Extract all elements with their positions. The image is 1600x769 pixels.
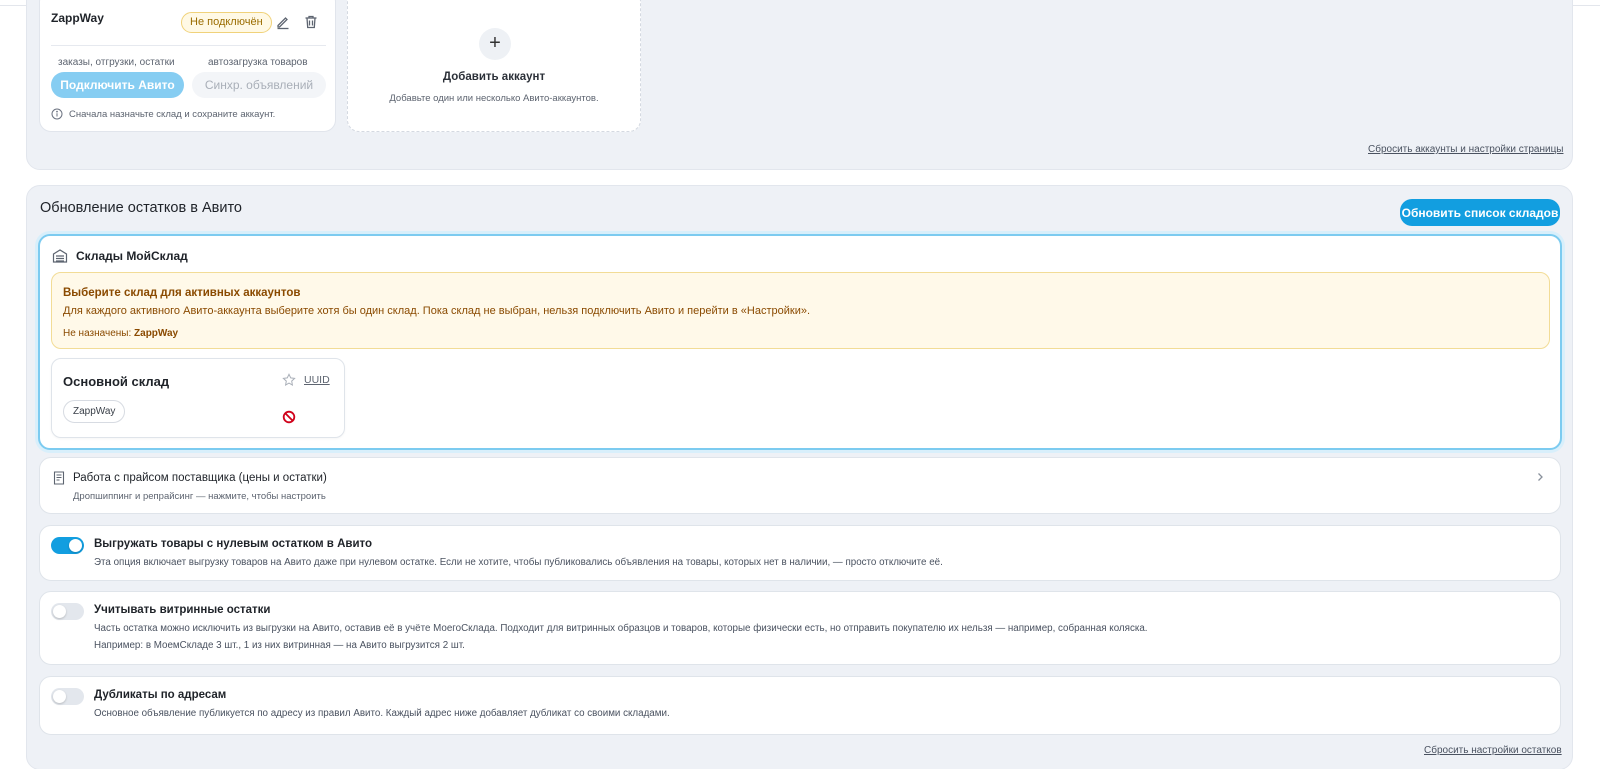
toggle-title: Учитывать витринные остатки xyxy=(94,604,271,616)
warehouse-icon xyxy=(52,249,68,263)
account-card: ZappWay Не подключён заказы, отгрузки, о… xyxy=(39,0,336,132)
toggle-description: Основное объявление публикуется по адрес… xyxy=(94,708,670,719)
toggle-row-address-duplicates: Дубликаты по адресам Основное объявление… xyxy=(39,676,1561,735)
account-hint-text: Сначала назначьте склад и сохраните акка… xyxy=(69,108,276,120)
toggle-description: Часть остатка можно исключить из выгрузк… xyxy=(94,623,1148,634)
connect-avito-button[interactable]: Подключить Авито xyxy=(51,72,184,98)
refresh-warehouses-button[interactable]: Обновить список складов xyxy=(1400,199,1560,226)
sync-listings-button[interactable]: Синхр. объявлений xyxy=(192,72,326,98)
account-name: ZappWay xyxy=(51,11,104,25)
info-icon xyxy=(51,108,63,120)
account-divider xyxy=(51,45,326,46)
document-icon xyxy=(52,471,66,485)
toggle-title: Дубликаты по адресам xyxy=(94,689,227,701)
section-title: Обновление остатков в Авито xyxy=(40,200,242,216)
alert-text: Для каждого активного Авито-аккаунта выб… xyxy=(63,305,811,317)
connect-caption: заказы, отгрузки, остатки xyxy=(58,57,175,68)
sync-caption: автозагрузка товаров xyxy=(208,57,308,68)
alert-title: Выберите склад для активных аккаунтов xyxy=(63,287,301,299)
warehouses-panel: Склады МойСклад Выберите склад для актив… xyxy=(38,234,1562,450)
warehouses-header: Склады МойСклад xyxy=(52,248,188,264)
toggle-row-showcase-stock: Учитывать витринные остатки Часть остатк… xyxy=(39,591,1561,665)
status-badge: Не подключён xyxy=(181,12,272,33)
toggle-example: Например: в МоемСкладе 3 шт., 1 из них в… xyxy=(94,640,465,651)
reset-accounts-link[interactable]: Сбросить аккаунты и настройки страницы xyxy=(1368,144,1563,155)
account-hint: Сначала назначьте склад и сохраните акка… xyxy=(51,108,275,120)
supplier-price-title: Работа с прайсом поставщика (цены и оста… xyxy=(73,472,327,484)
zero-stock-toggle[interactable] xyxy=(51,537,84,554)
account-chip[interactable]: ZappWay xyxy=(63,400,126,423)
showcase-stock-toggle[interactable] xyxy=(51,603,84,620)
uuid-link[interactable]: UUID xyxy=(304,374,330,386)
toggle-description: Эта опция включает выгрузку товаров на А… xyxy=(94,557,943,568)
reset-stock-settings-link[interactable]: Сбросить настройки остатков xyxy=(1424,745,1562,756)
star-icon[interactable] xyxy=(282,373,296,387)
warehouse-name: Основной склад xyxy=(63,374,170,389)
address-duplicates-toggle[interactable] xyxy=(51,688,84,705)
edit-icon[interactable] xyxy=(275,14,291,30)
add-account-subtitle: Добавьте один или несколько Авито-аккаун… xyxy=(389,93,599,104)
add-account-title: Добавить аккаунт xyxy=(442,71,546,83)
warehouses-title: Склады МойСклад xyxy=(76,249,188,263)
toggle-title: Выгружать товары с нулевым остатком в Ав… xyxy=(94,538,373,550)
chevron-right-icon[interactable] xyxy=(1534,471,1546,483)
toggle-row-zero-stock: Выгружать товары с нулевым остатком в Ав… xyxy=(39,525,1561,581)
supplier-price-subtitle: Дропшиппинг и репрайсинг — нажмите, чтоб… xyxy=(73,491,326,502)
ban-icon[interactable] xyxy=(282,410,296,424)
trash-icon[interactable] xyxy=(303,14,319,30)
unassigned-value: ZappWay xyxy=(134,328,179,339)
alert-unassigned: Не назначены: ZappWay xyxy=(63,328,178,339)
warehouse-card: Основной склад UUID ZappWay xyxy=(51,358,345,438)
unassigned-label: Не назначены: xyxy=(63,328,132,339)
add-account-card[interactable]: + Добавить аккаунт Добавьте один или нес… xyxy=(347,0,641,132)
supplier-price-row[interactable]: Работа с прайсом поставщика (цены и оста… xyxy=(39,457,1561,514)
warning-alert: Выберите склад для активных аккаунтов Дл… xyxy=(51,272,1550,349)
plus-icon[interactable]: + xyxy=(479,28,511,60)
